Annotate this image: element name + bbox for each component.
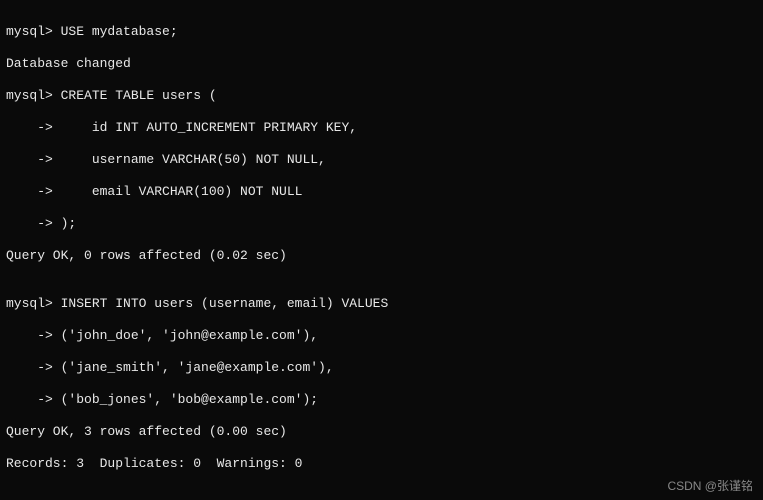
out-create-ok: Query OK, 0 rows affected (0.02 sec) (6, 248, 757, 264)
cmd-create-4: -> email VARCHAR(100) NOT NULL (6, 184, 757, 200)
out-dbchanged: Database changed (6, 56, 757, 72)
cmd-insert-1: mysql> INSERT INTO users (username, emai… (6, 296, 757, 312)
cmd-create-1: mysql> CREATE TABLE users ( (6, 88, 757, 104)
cmd-insert-2: -> ('john_doe', 'john@example.com'), (6, 328, 757, 344)
out-insert-ok: Query OK, 3 rows affected (0.00 sec) (6, 424, 757, 440)
cmd-insert-4: -> ('bob_jones', 'bob@example.com'); (6, 392, 757, 408)
cmd-insert-3: -> ('jane_smith', 'jane@example.com'), (6, 360, 757, 376)
cmd-create-5: -> ); (6, 216, 757, 232)
mysql-terminal[interactable]: mysql> USE mydatabase; Database changed … (0, 0, 763, 500)
cmd-create-3: -> username VARCHAR(50) NOT NULL, (6, 152, 757, 168)
cmd-use: mysql> USE mydatabase; (6, 24, 757, 40)
watermark: CSDN @张谨铭 (667, 478, 753, 494)
out-insert-stats: Records: 3 Duplicates: 0 Warnings: 0 (6, 456, 757, 472)
cmd-create-2: -> id INT AUTO_INCREMENT PRIMARY KEY, (6, 120, 757, 136)
